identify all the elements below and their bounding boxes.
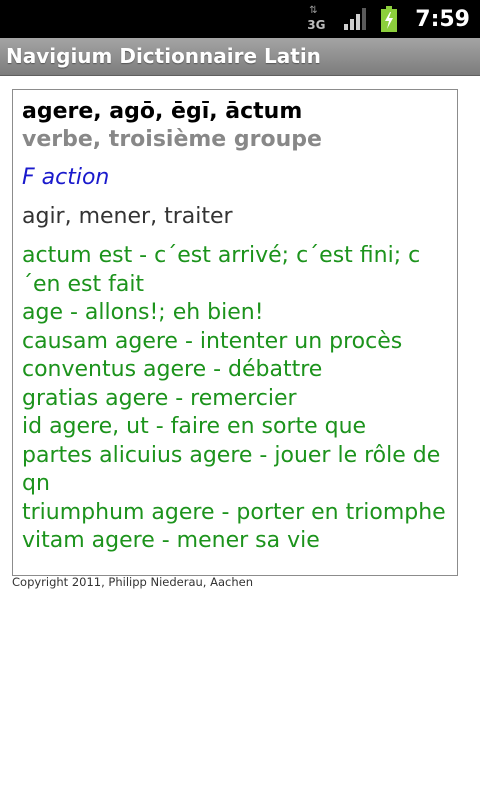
phrase-item: triumphum agere - porter en triomphe — [22, 499, 446, 525]
phrase-item: age - allons!; eh bien! — [22, 300, 264, 325]
status-bar: ⇅ 3G 7:59 — [0, 0, 480, 38]
title-bar: Navigium Dictionnaire Latin — [0, 38, 480, 76]
phrase-item: id agere, ut - faire en sorte que — [22, 414, 367, 439]
headword: agere, agō, ēgī, āctum — [22, 99, 303, 124]
copyright-notice: Copyright 2011, Philipp Niederau, Aachen — [12, 575, 254, 589]
status-icons: ⇅ 3G 7:59 — [307, 0, 480, 38]
phrase-item: actum est - c´est arrivé; c´est fini; c´… — [22, 243, 421, 297]
phrase-item: causam agere - intenter un procès — [22, 328, 403, 354]
entry-content: agere, agō, ēgī, āctum verbe, troisième … — [13, 90, 457, 556]
translation: agir, mener, traiter — [22, 204, 233, 229]
network-label: 3G — [307, 18, 326, 32]
phrase-item: conventus agere - débattre — [22, 357, 323, 382]
phrase-item: vitam agere - mener sa vie — [22, 528, 320, 553]
network-3g-icon: ⇅ 3G — [307, 4, 329, 34]
dictionary-entry: agere, agō, ēgī, āctum verbe, troisième … — [12, 89, 458, 576]
phrase-item: gratias agere - remercier — [22, 385, 297, 411]
category-link[interactable]: F action — [22, 164, 448, 192]
phrase-item: partes alicuius agere - jouer le rôle de… — [22, 442, 441, 497]
app-title: Navigium Dictionnaire Latin — [6, 44, 321, 68]
data-arrows-icon: ⇅ — [309, 5, 318, 16]
phrase-list: actum est - c´est arrivé; c´est fini; c´… — [22, 242, 448, 556]
signal-strength-icon — [344, 8, 367, 30]
battery-charging-icon — [381, 6, 398, 32]
clock: 7:59 — [415, 6, 470, 32]
grammar-info: verbe, troisième groupe — [22, 127, 322, 152]
